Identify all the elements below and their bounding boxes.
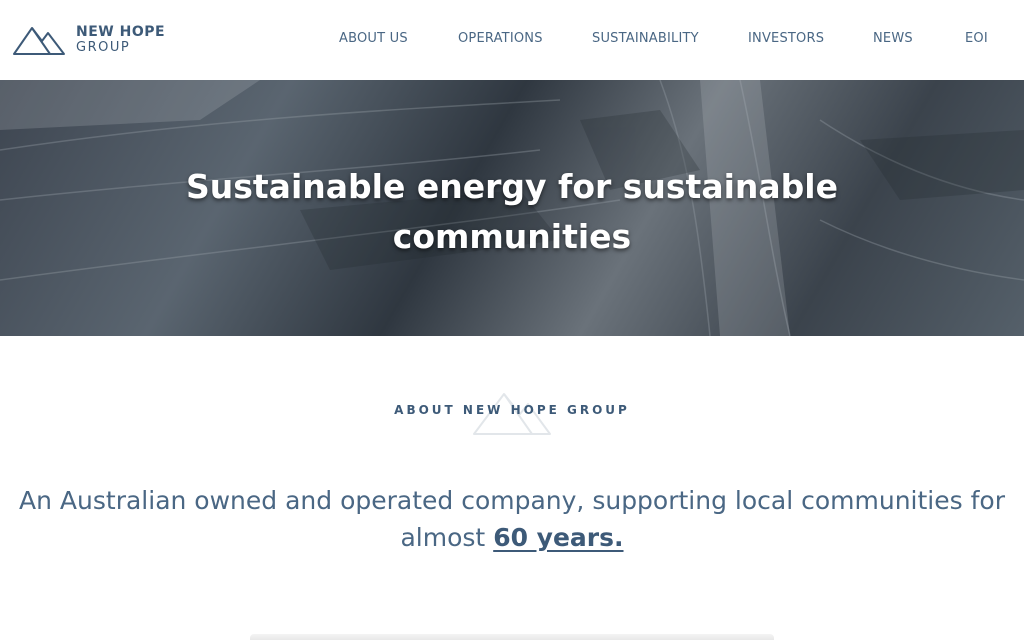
hero-title: Sustainable energy for sustainable commu… — [0, 162, 1024, 262]
nav-item-sustainability[interactable]: SUSTAINABILITY — [592, 31, 699, 46]
site-header: NEW HOPE GROUP ABOUT US OPERATIONS SUSTA… — [0, 0, 1024, 80]
hero-title-line2: communities — [392, 217, 632, 256]
nav-item-operations[interactable]: OPERATIONS — [458, 31, 543, 46]
about-lead-text: An Australian owned and operated company… — [0, 482, 1024, 556]
about-section-eyebrow: ABOUT NEW HOPE GROUP — [394, 403, 630, 417]
nav-item-investors[interactable]: INVESTORS — [748, 31, 824, 46]
hero-title-line1: Sustainable energy for sustainable — [186, 167, 838, 206]
nav-item-news[interactable]: NEWS — [873, 31, 913, 46]
nav-item-about-us[interactable]: ABOUT US — [339, 31, 408, 46]
hero-banner: Sustainable energy for sustainable commu… — [0, 80, 1024, 336]
next-section-card-edge — [250, 634, 774, 640]
nav-item-eoi[interactable]: EOI — [965, 31, 988, 46]
main-nav: ABOUT US OPERATIONS SUSTAINABILITY INVES… — [0, 31, 1024, 49]
sixty-years-link[interactable]: 60 years. — [493, 523, 623, 552]
